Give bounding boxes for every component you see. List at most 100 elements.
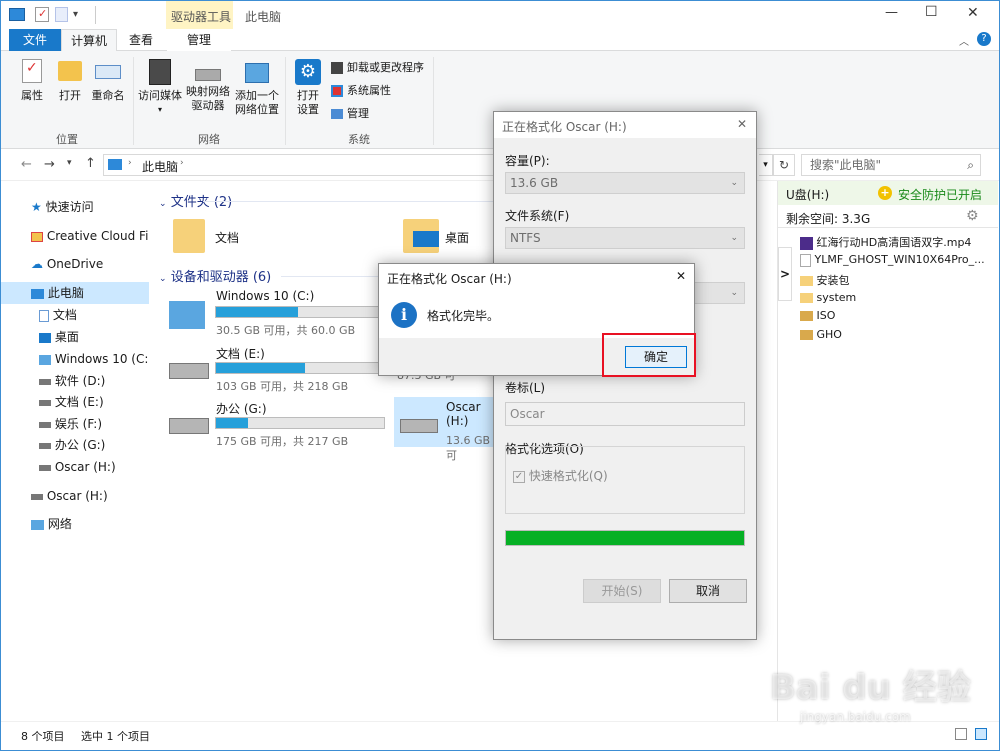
search-input[interactable]: 搜索"此电脑" ⌕	[801, 154, 981, 176]
message-close-button[interactable]: ✕	[676, 269, 686, 283]
drive-c-usage-bar	[215, 306, 385, 318]
tab-view[interactable]: 查看	[119, 29, 163, 51]
nav-oscar-h[interactable]: Oscar (H:)	[39, 457, 149, 477]
minimize-button[interactable]: —	[885, 5, 898, 20]
nav-office-g[interactable]: 办公 (G:)	[39, 435, 149, 455]
nav-documents-label: 文档	[52, 308, 77, 322]
search-placeholder: 搜索"此电脑"	[810, 158, 882, 172]
nav-network[interactable]: 网络	[31, 514, 149, 534]
network-location-icon	[245, 63, 269, 83]
nav-oscar-h-root[interactable]: Oscar (H:)	[31, 486, 149, 506]
title-bar: ✓ ▾ 驱动器工具 此电脑 — ☐ ✕	[1, 1, 999, 51]
volume-value: Oscar	[510, 407, 545, 421]
breadcrumb-this-pc[interactable]: 此电脑	[142, 158, 178, 175]
panel-file-1[interactable]: YLMF_GHOST_WIN10X64Pro_...	[800, 253, 985, 267]
nav-software[interactable]: 软件 (D:)	[39, 371, 149, 391]
nav-onedrive[interactable]: ☁ OneDrive	[31, 254, 149, 274]
drive-h-name: Oscar (H:)	[446, 400, 481, 428]
windows-drive-icon	[169, 301, 205, 329]
drive-icon	[39, 442, 51, 449]
nav-oscar-h-label: Oscar (H:)	[54, 460, 116, 474]
breadcrumb-chevron-icon: ›	[128, 158, 132, 168]
drive-c[interactable]: Windows 10 (C:) 30.5 GB 可用，共 60.0 GB	[169, 289, 389, 337]
up-icon[interactable]: ↑	[85, 156, 96, 171]
back-icon[interactable]: ←	[21, 157, 32, 172]
drive-g[interactable]: 办公 (G:) 175 GB 可用，共 217 GB	[169, 400, 389, 448]
nav-software-label: 软件 (D:)	[54, 374, 106, 388]
map-drive-button[interactable]: 映射网络 驱动器	[185, 59, 231, 113]
add-location-label-2: 网络位置	[235, 103, 279, 116]
maximize-button[interactable]: ☐	[925, 4, 938, 20]
baidu-watermark-url: jingyan.baidu.com	[800, 710, 911, 724]
new-folder-quick-icon[interactable]	[55, 7, 68, 22]
start-button[interactable]: 开始(S)	[583, 579, 661, 603]
open-button[interactable]: 打开	[53, 59, 87, 103]
panel-expand-button[interactable]: >	[778, 247, 792, 301]
drive-h-selected[interactable]: Oscar (H:) 13.6 GB 可	[394, 397, 494, 462]
panel-free-space: 剩余空间: 3.3G	[786, 212, 871, 226]
collapse-ribbon-icon[interactable]: ︿	[959, 33, 969, 48]
properties-icon: ✓	[22, 59, 42, 83]
drive-icon	[39, 378, 51, 385]
document-icon	[39, 309, 49, 322]
nav-documents[interactable]: 文档	[39, 305, 149, 325]
close-button[interactable]: ✕	[967, 5, 979, 21]
cancel-button[interactable]: 取消	[669, 579, 747, 603]
quick-access-dropdown-icon[interactable]: ▾	[73, 9, 78, 20]
panel-file-5[interactable]: GHO	[800, 328, 842, 341]
drive-e[interactable]: 文档 (E:) 103 GB 可用，共 218 GB	[169, 345, 389, 393]
rename-button[interactable]: 重命名	[89, 59, 127, 103]
desktop-icon	[413, 231, 439, 247]
format-dialog-close-button[interactable]: ✕	[737, 117, 747, 131]
panel-file-0[interactable]: 红海行动HD高清国语双字.mp4	[800, 234, 971, 250]
folder-documents[interactable]: 文档	[173, 217, 373, 257]
details-view-icon[interactable]	[955, 728, 967, 740]
open-settings-button[interactable]: ⚙ 打开 设置	[291, 59, 325, 117]
settings-gear-icon[interactable]: ⚙	[966, 208, 979, 224]
drive-icon	[400, 419, 438, 433]
nav-quick-access[interactable]: ★ 快速访问	[31, 197, 149, 217]
nav-this-pc[interactable]: 此电脑	[31, 283, 149, 303]
drives-header[interactable]: ⌄ 设备和驱动器 (6)	[159, 266, 271, 285]
windows-drive-icon	[39, 354, 51, 365]
access-media-button[interactable]: 访问媒体 ▾	[137, 59, 183, 117]
title-sep	[95, 6, 96, 24]
manage-button[interactable]: 管理	[331, 107, 369, 121]
panel-file-3[interactable]: system	[800, 291, 856, 304]
panel-drive-title: U盘(H:)	[786, 188, 830, 202]
system-properties-button[interactable]: 系统属性	[331, 84, 391, 98]
refresh-icon[interactable]: ↻	[773, 154, 795, 176]
video-file-icon	[800, 236, 813, 250]
properties-button[interactable]: ✓ 属性	[15, 59, 49, 103]
tab-manage[interactable]: 管理	[167, 29, 231, 51]
add-network-location-button[interactable]: 添加一个 网络位置	[233, 59, 281, 117]
tab-computer[interactable]: 计算机	[61, 29, 117, 52]
uninstall-label: 卸载或更改程序	[347, 61, 424, 74]
large-icons-view-icon[interactable]	[975, 728, 987, 740]
tab-file[interactable]: 文件	[9, 29, 61, 51]
volume-input[interactable]: Oscar	[505, 402, 745, 426]
uninstall-button[interactable]: 卸载或更改程序	[331, 61, 424, 75]
forward-icon[interactable]: →	[44, 157, 55, 172]
recent-dropdown-icon[interactable]: ▾	[67, 158, 72, 168]
panel-file-4[interactable]: ISO	[800, 309, 835, 322]
nav-docs-e[interactable]: 文档 (E:)	[39, 392, 149, 412]
panel-file-2[interactable]: 安装包	[800, 272, 850, 288]
properties-quick-icon[interactable]: ✓	[35, 7, 49, 22]
filesystem-select[interactable]: NTFS ⌄	[505, 227, 745, 249]
access-media-dropdown-icon: ▾	[157, 105, 162, 114]
nav-creative-cloud[interactable]: Creative Cloud Files	[31, 226, 149, 246]
udisk-panel: > U盘(H:) + 安全防护已开启 剩余空间: 3.3G ⚙ 红海行动HD高清…	[777, 181, 999, 721]
drive-c-usage-fill	[216, 307, 299, 317]
help-icon[interactable]: ?	[977, 32, 991, 46]
ok-button[interactable]: 确定	[625, 346, 687, 368]
address-input[interactable]: › 此电脑 ›	[103, 154, 495, 176]
address-dropdown-icon[interactable]: ▾	[759, 154, 773, 176]
quick-format-checkbox[interactable]: ✓ 快速格式化(Q)	[513, 467, 608, 484]
nav-desktop[interactable]: 桌面	[39, 327, 149, 347]
nav-win10[interactable]: Windows 10 (C:)	[39, 349, 149, 369]
capacity-select[interactable]: 13.6 GB ⌄	[505, 172, 745, 194]
search-icon: ⌕	[967, 158, 974, 172]
panel-safety-status: 安全防护已开启	[898, 188, 983, 202]
nav-ent-f[interactable]: 娱乐 (F:)	[39, 414, 149, 434]
